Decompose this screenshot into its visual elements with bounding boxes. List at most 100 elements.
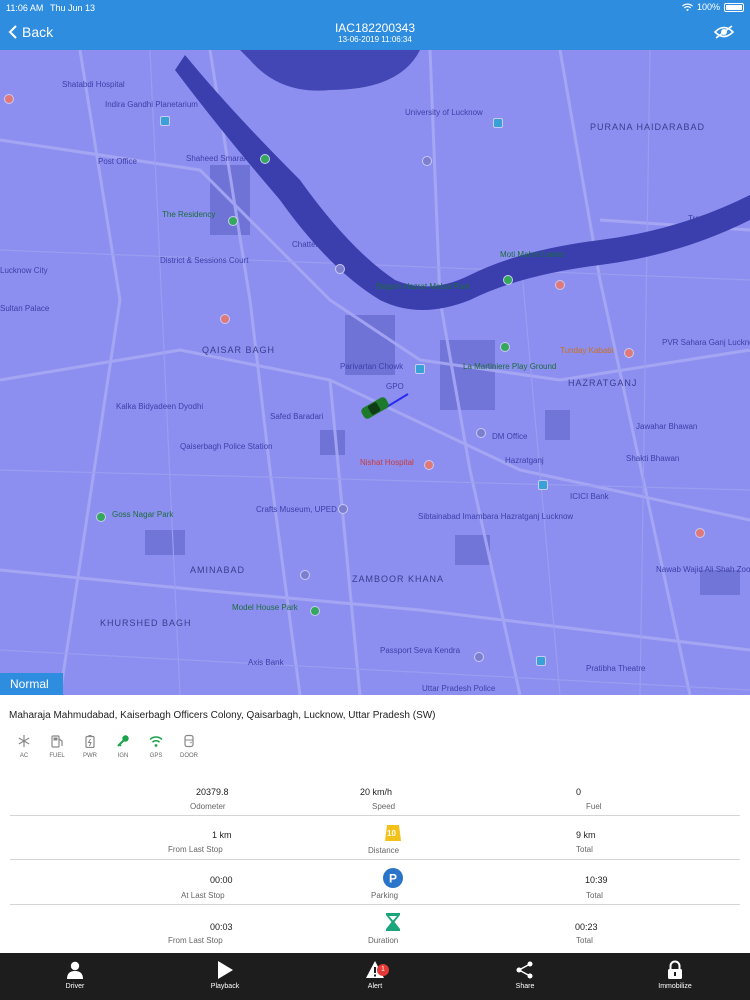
sensor-label: FUEL [49, 753, 65, 759]
parking-at-last-stop-label: At Last Stop [181, 891, 225, 900]
page-title: IAC182200343 [334, 21, 416, 35]
tab-playback[interactable]: Playback [150, 953, 300, 1000]
share-icon [516, 961, 533, 979]
hourglass-icon [386, 913, 400, 931]
distance-label: Distance [368, 846, 400, 855]
tab-share[interactable]: Share [450, 953, 600, 1000]
place-label: Begum Hazrat Mahal Park [376, 282, 470, 291]
place-label: Uttar Pradesh Police [422, 684, 496, 693]
hospital-pin-icon[interactable] [555, 280, 565, 290]
place-label: Goss Nagar Park [112, 510, 174, 519]
park-pin-icon[interactable] [228, 216, 238, 226]
place-label: Indira Gandhi Planetarium [105, 100, 198, 109]
place-label: Lucknow City [0, 266, 48, 275]
status-date: Thu Jun 13 [50, 3, 96, 13]
divider [10, 815, 740, 816]
divider [10, 859, 740, 860]
hospital-pin-icon[interactable] [424, 460, 434, 470]
place-label: Shaheed Smarak [186, 154, 248, 163]
metro-pin-icon[interactable] [538, 480, 548, 490]
duration-from-last-stop-label: From Last Stop [168, 936, 223, 945]
tab-immobilize[interactable]: Immobilize [600, 953, 750, 1000]
tab-label: Share [515, 983, 535, 990]
area-label: PURANA HAIDARABAD [590, 122, 706, 132]
office-pin-icon[interactable] [474, 652, 484, 662]
sensor-power: PWR [80, 734, 100, 759]
park-pin-icon[interactable] [260, 154, 270, 164]
place-label: Tunday Kababi [560, 346, 614, 355]
park-pin-icon[interactable] [310, 606, 320, 616]
area-label: AMINABAD [190, 565, 246, 575]
area-label: QAISAR BAGH [202, 345, 276, 355]
tab-driver[interactable]: Driver [0, 953, 150, 1000]
sensor-gps: GPS [146, 734, 166, 759]
speed-value: 20 km/h [360, 787, 393, 797]
map-view[interactable]: PURANA HAIDARABAD QAISAR BAGH HAZRATGANJ… [0, 50, 750, 695]
sensor-label: AC [19, 753, 29, 759]
visibility-toggle-icon[interactable] [714, 25, 734, 39]
status-indicators: 100% [682, 2, 744, 12]
sensor-label: GPS [149, 753, 163, 759]
zoo-pin-icon[interactable] [695, 528, 705, 538]
place-label: Sibtainabad Imambara Hazratganj Lucknow [418, 512, 574, 521]
odometer-label: Odometer [190, 802, 226, 811]
metro-pin-icon[interactable] [493, 118, 503, 128]
place-label: University of Lucknow [405, 108, 483, 117]
battery-percent: 100% [696, 2, 720, 12]
restaurant-pin-icon[interactable] [624, 348, 634, 358]
area-label: ZAMBOOR KHANA [352, 574, 445, 584]
tab-label: Playback [210, 983, 240, 990]
parking-icon: P [383, 868, 403, 888]
sensor-ac: AC [14, 734, 34, 759]
place-label: Crafts Museum, UPED [256, 505, 337, 514]
landmark-pin-icon[interactable] [300, 570, 310, 580]
bus-stop-pin-icon[interactable] [415, 364, 425, 374]
park-pin-icon[interactable] [500, 342, 510, 352]
trip-stats: 20379.8 Odometer 20 km/h Speed 0 Fuel 1 … [0, 777, 750, 953]
park-pin-icon[interactable] [96, 512, 106, 522]
place-label: Chatter Manzil [292, 240, 344, 249]
metro-pin-icon[interactable] [536, 656, 546, 666]
snowflake-icon [18, 735, 30, 747]
tab-alert[interactable]: 1 Alert [300, 953, 450, 1000]
place-label: Passport Seva Kendra [380, 646, 461, 655]
place-label: Moti Mahal Lawns [500, 250, 565, 259]
place-label: Axis Bank [248, 658, 284, 667]
place-label: Post Office [98, 157, 137, 166]
place-label: The Residency [162, 210, 216, 219]
map-canvas [0, 50, 750, 695]
place-label: Qaiserbagh Police Station [180, 442, 273, 451]
sensor-label: DOOR [180, 753, 198, 759]
person-icon [67, 961, 83, 979]
alert-badge: 1 [377, 964, 389, 976]
duration-from-last-stop-value: 00:03 [210, 922, 233, 932]
parking-label: Parking [371, 891, 399, 900]
duration-label: Duration [368, 936, 399, 945]
hospital-pin-icon[interactable] [4, 94, 14, 104]
place-label: PVR Sahara Ganj Lucknow [662, 338, 750, 347]
school-pin-icon[interactable] [422, 156, 432, 166]
museum-pin-icon[interactable] [338, 504, 348, 514]
parking-total-value: 10:39 [585, 875, 608, 885]
bottom-tab-bar: Driver Playback 1 Alert Share Immobilize [0, 953, 750, 1000]
wifi-icon [149, 736, 163, 747]
battery-icon [85, 735, 95, 748]
place-label: Nawab Wajid Ali Shah Zoological Garden [656, 565, 750, 574]
play-icon [218, 961, 233, 979]
duration-total-label: Total [576, 936, 593, 945]
battery-icon [724, 2, 744, 12]
parking-total-label: Total [586, 891, 603, 900]
fuel-label: Fuel [586, 802, 602, 811]
landmark-pin-icon[interactable] [335, 264, 345, 274]
distance-icon-value: 10 [387, 829, 396, 838]
museum-pin-icon[interactable] [160, 116, 170, 126]
hospital-pin-icon[interactable] [220, 314, 230, 324]
vehicle-address: Maharaja Mahmudabad, Kaiserbagh Officers… [9, 710, 436, 721]
area-label: KHURSHED BAGH [100, 618, 192, 628]
distance-from-last-stop-label: From Last Stop [168, 845, 223, 854]
place-label: Safed Baradari [270, 412, 324, 421]
office-pin-icon[interactable] [476, 428, 486, 438]
map-mode-badge[interactable]: Normal [0, 673, 63, 695]
place-label: Shakti Bhawan [626, 454, 680, 463]
park-pin-icon[interactable] [503, 275, 513, 285]
